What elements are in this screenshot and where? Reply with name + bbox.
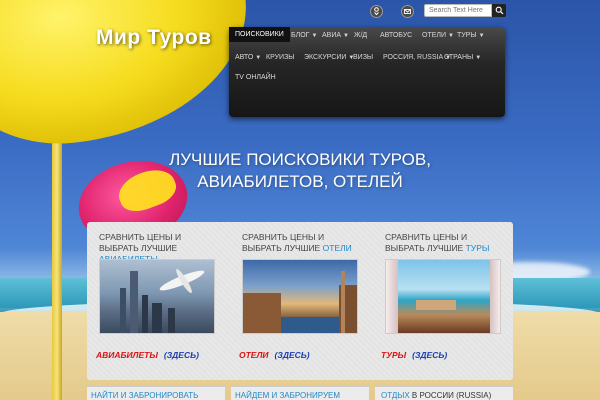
nav-item-avia[interactable]: АВИА ▼ bbox=[322, 32, 349, 39]
nav-item-tours[interactable]: ТУРЫ ▼ bbox=[457, 32, 485, 39]
search-button[interactable] bbox=[492, 4, 506, 17]
card-title-hotels: СРАВНИТЬ ЦЕНЫ И ВЫБРАТЬ ЛУЧШИЕ ОТЕЛИ bbox=[242, 232, 352, 253]
search-icon bbox=[495, 6, 503, 15]
nav-item-visas[interactable]: ВИЗЫ bbox=[353, 54, 373, 61]
nav-item-cruises[interactable]: КРУИЗЫ bbox=[266, 54, 295, 61]
card-title-tours: СРАВНИТЬ ЦЕНЫ И ВЫБРАТЬ ЛУЧШИЕ ТУРЫ bbox=[385, 232, 490, 253]
card-link-hotels[interactable]: ОТЕЛИ (ЗДЕСЬ) bbox=[239, 350, 310, 360]
bottom-box-1-title[interactable]: НАЙТИ И ЗАБРОНИРОВАТЬ bbox=[91, 391, 198, 400]
nav-item-search-engines[interactable]: ПОИСКОВИКИ bbox=[229, 27, 290, 42]
nav-item-auto[interactable]: АВТО ▼ bbox=[235, 54, 261, 61]
bottom-box-3-title[interactable]: ОТДЫХ В РОССИИ (RUSSIA) bbox=[381, 391, 491, 400]
nav-item-hotels[interactable]: ОТЕЛИ ▼ bbox=[422, 32, 454, 39]
nav-item-blog[interactable]: БЛОГ ▼ bbox=[291, 32, 317, 39]
bottom-box-2-title[interactable]: НАЙДЕМ И ЗАБРОНИРУЕМ bbox=[235, 391, 340, 400]
nav-item-rail[interactable]: Ж/Д bbox=[354, 32, 367, 39]
hero-heading: ЛУЧШИЕ ПОИСКОВИКИ ТУРОВ, АВИАБИЛЕТОВ, ОТ… bbox=[100, 149, 500, 193]
umbrella-canopy bbox=[0, 0, 259, 156]
main-nav: ПОИСКОВИКИ БЛОГ ▼ АВИА ▼ Ж/Д АВТОБУС ОТЕЛИ… bbox=[229, 27, 505, 117]
site-logo[interactable]: Мир Туров bbox=[96, 26, 212, 50]
odnoklassniki-icon[interactable] bbox=[370, 5, 383, 18]
search-input[interactable] bbox=[424, 4, 492, 17]
card-link-flights[interactable]: АВИАБИЛЕТЫ (ЗДЕСЬ) bbox=[96, 350, 199, 360]
nav-item-excursions[interactable]: ЭКСКУРСИИ ▼ bbox=[304, 54, 354, 61]
nav-item-bus[interactable]: АВТОБУС bbox=[380, 32, 412, 39]
cards-panel: СРАВНИТЬ ЦЕНЫ И ВЫБРАТЬ ЛУЧШИЕ АВИАБИЛЕТ… bbox=[87, 222, 513, 380]
nav-item-tv-online[interactable]: TV ОНЛАЙН bbox=[235, 74, 276, 81]
mail-icon[interactable] bbox=[401, 5, 414, 18]
card-image-hotels[interactable] bbox=[242, 259, 358, 334]
nav-item-countries[interactable]: СТРАНЫ ▼ bbox=[444, 54, 481, 61]
card-image-flights[interactable] bbox=[99, 259, 215, 334]
card-image-tours[interactable] bbox=[385, 259, 501, 334]
hero-line-1: ЛУЧШИЕ ПОИСКОВИКИ ТУРОВ, bbox=[169, 150, 431, 169]
hero-line-2: АВИАБИЛЕТОВ, ОТЕЛЕЙ bbox=[197, 172, 403, 191]
nav-item-russia[interactable]: РОССИЯ, RUSSIA ▼ bbox=[383, 54, 451, 61]
card-link-tours[interactable]: ТУРЫ (ЗДЕСЬ) bbox=[381, 350, 447, 360]
